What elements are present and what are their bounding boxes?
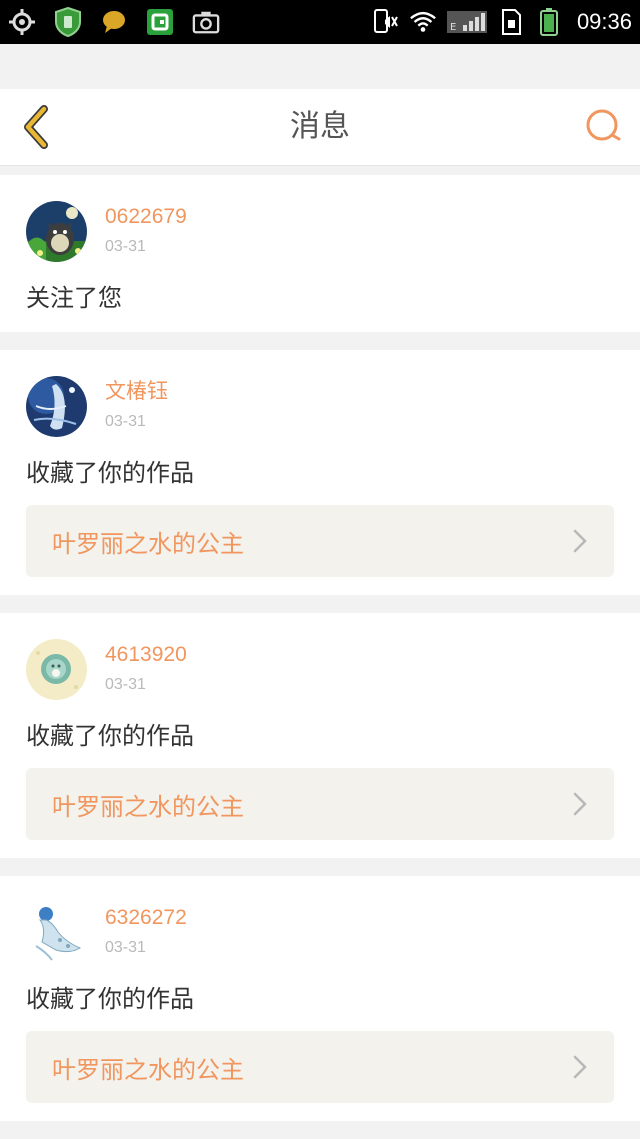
user-info: 0622679 03-31 <box>105 203 187 261</box>
message-list: 0622679 03-31 关注了您 文椿钰 03-31 收藏了你的作品 叶罗丽… <box>0 175 640 1139</box>
message-text: 收藏了你的作品 <box>26 722 194 750</box>
work-link[interactable]: 叶罗丽之水的公主 <box>26 1031 614 1103</box>
work-link[interactable]: 叶罗丽之水的公主 <box>26 505 614 577</box>
avatar[interactable] <box>26 376 87 437</box>
avatar[interactable] <box>26 201 87 262</box>
message-header: 6326272 03-31 <box>26 902 614 963</box>
message-text: 关注了您 <box>26 284 122 312</box>
message-card: 0622679 03-31 关注了您 <box>0 175 640 332</box>
message-card: 6326272 03-31 收藏了你的作品 叶罗丽之水的公主 <box>0 876 640 1121</box>
battery-icon <box>535 8 563 36</box>
camera-icon <box>192 8 220 36</box>
status-left-icons <box>8 6 220 38</box>
work-title: 叶罗丽之水的公主 <box>52 529 244 558</box>
chevron-left-icon <box>24 105 48 149</box>
back-button[interactable] <box>14 105 58 149</box>
avatar[interactable] <box>26 902 87 963</box>
sim-icon <box>497 8 525 36</box>
message-date: 03-31 <box>105 938 146 956</box>
message-date: 03-31 <box>105 675 146 693</box>
message-text: 收藏了你的作品 <box>26 459 194 487</box>
work-link[interactable]: 叶罗丽之水的公主 <box>26 768 614 840</box>
wifi-icon <box>409 8 437 36</box>
status-bar: E 09:36 <box>0 0 640 44</box>
mute-icon <box>371 8 399 36</box>
status-right-icons: E 09:36 <box>371 6 632 38</box>
chat-bubble-icon <box>100 8 128 36</box>
search-icon <box>586 109 621 141</box>
message-date: 03-31 <box>105 412 146 430</box>
username[interactable]: 0622679 <box>105 203 187 231</box>
user-info: 6326272 03-31 <box>105 904 187 962</box>
signal-icon: E <box>446 8 487 36</box>
message-card: 4613920 03-31 收藏了你的作品 叶罗丽之水的公主 <box>0 613 640 858</box>
chevron-right-icon <box>572 1055 588 1079</box>
shield-icon <box>54 7 82 37</box>
page-title: 消息 <box>290 109 350 144</box>
network-type-label: E <box>450 22 456 33</box>
message-text: 收藏了你的作品 <box>26 985 194 1013</box>
search-button[interactable] <box>582 105 626 149</box>
green-app-icon <box>146 8 174 36</box>
username[interactable]: 6326272 <box>105 904 187 932</box>
chevron-right-icon <box>572 529 588 553</box>
work-title: 叶罗丽之水的公主 <box>52 1055 244 1084</box>
message-header: 4613920 03-31 <box>26 639 614 700</box>
chevron-right-icon <box>572 792 588 816</box>
user-info: 4613920 03-31 <box>105 641 187 699</box>
clock: 09:36 <box>576 9 632 34</box>
message-card: 文椿钰 03-31 收藏了你的作品 叶罗丽之水的公主 <box>0 350 640 595</box>
message-header: 文椿钰 03-31 <box>26 376 614 437</box>
user-info: 文椿钰 03-31 <box>105 378 168 436</box>
message-header: 0622679 03-31 <box>26 201 614 262</box>
username[interactable]: 4613920 <box>105 641 187 669</box>
username[interactable]: 文椿钰 <box>105 378 168 406</box>
work-title: 叶罗丽之水的公主 <box>52 792 244 821</box>
location-target-icon <box>8 8 36 36</box>
message-date: 03-31 <box>105 237 146 255</box>
avatar[interactable] <box>26 639 87 700</box>
header-bar: 消息 <box>0 89 640 166</box>
